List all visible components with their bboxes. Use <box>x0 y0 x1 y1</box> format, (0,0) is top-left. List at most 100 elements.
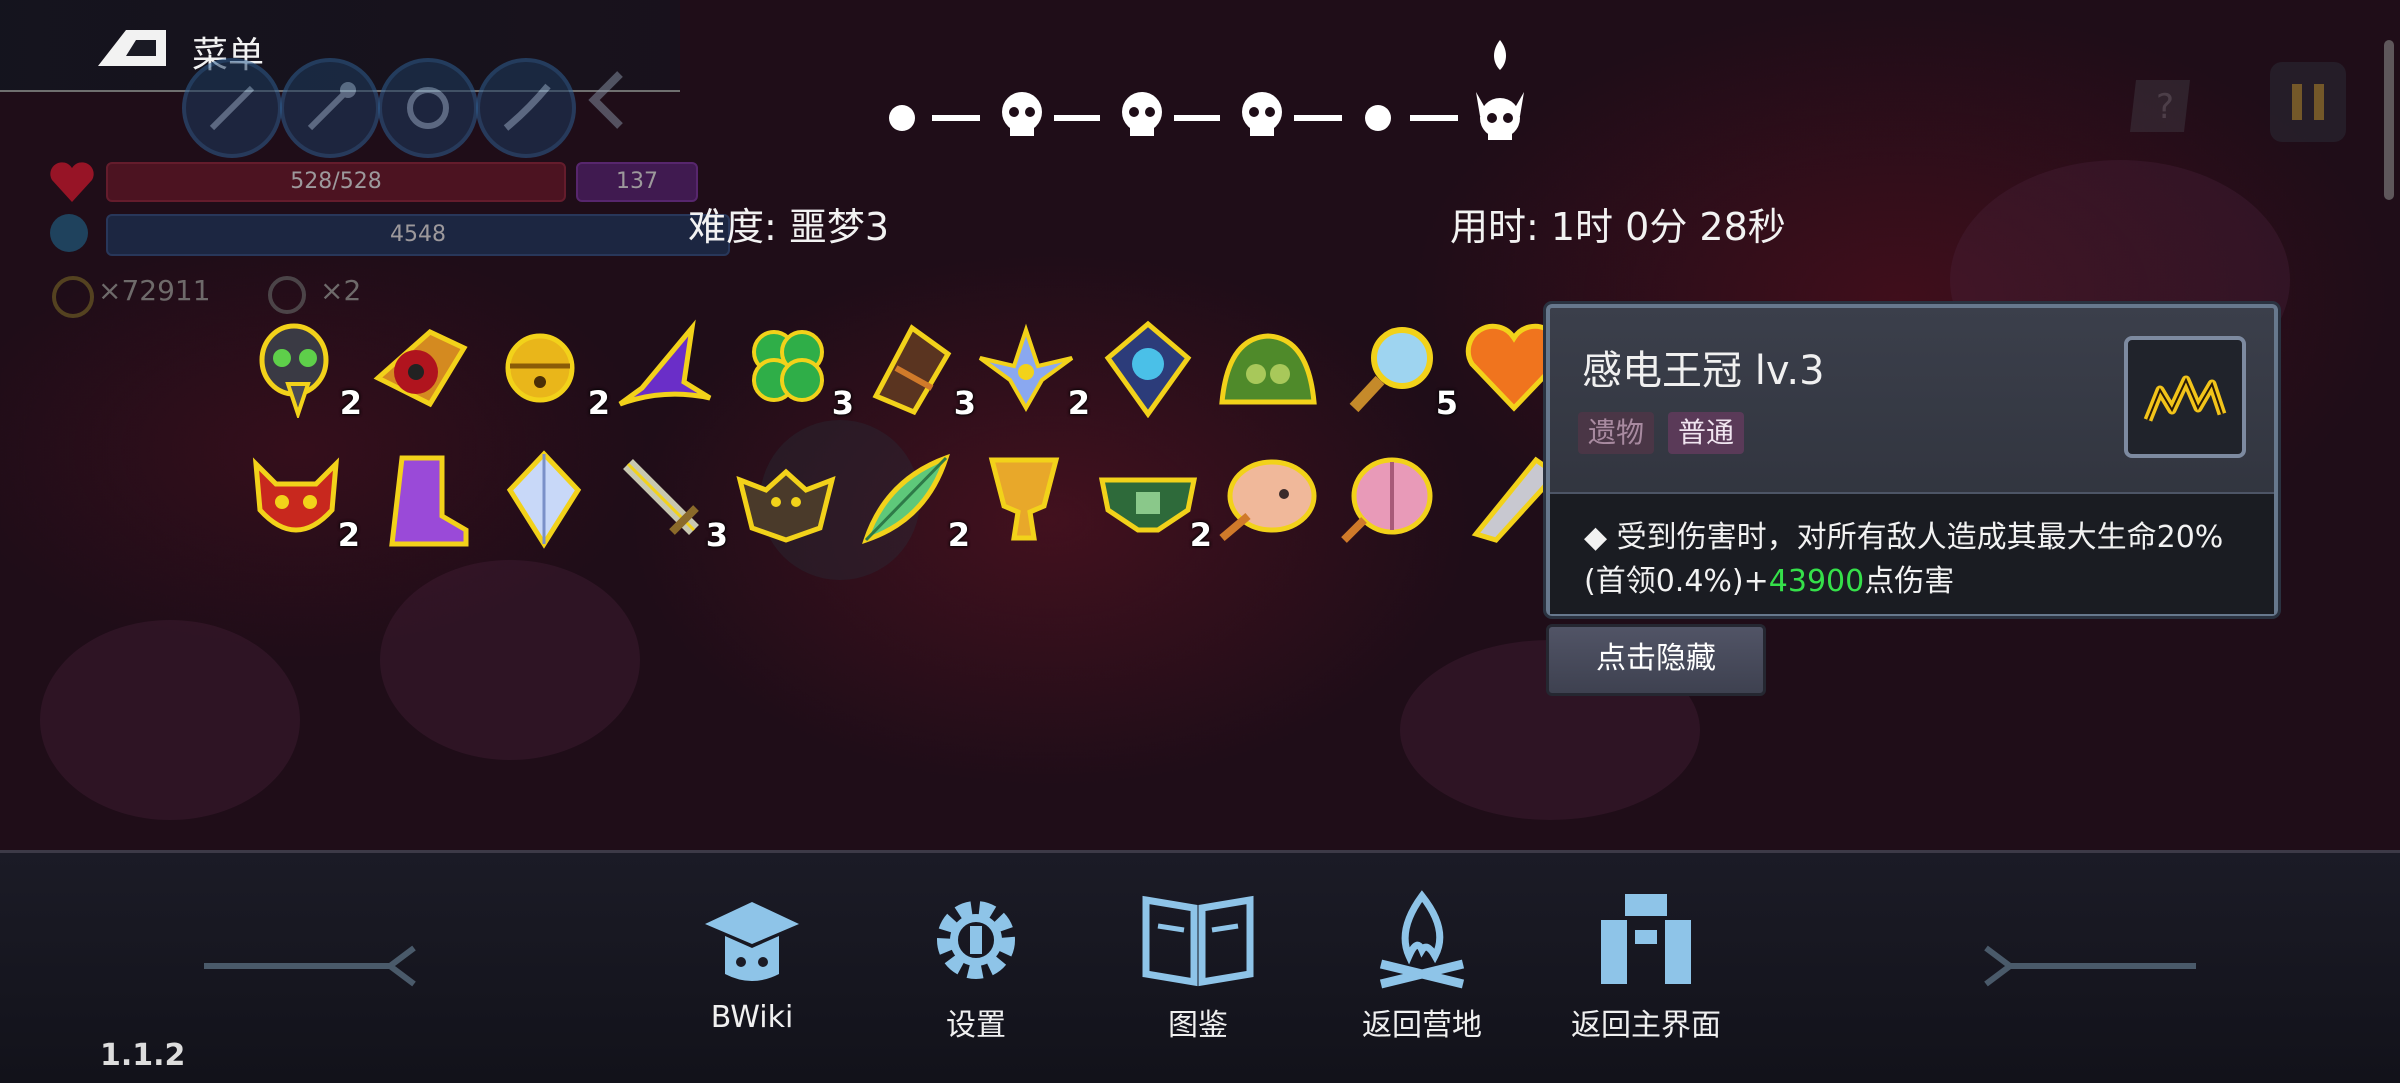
skill-slot[interactable] <box>182 58 282 158</box>
rune-icon <box>407 87 449 129</box>
electric-crown-icon <box>2143 375 2227 422</box>
mana-icon <box>50 214 88 252</box>
diamond-crest-icon <box>506 450 582 549</box>
relic-golden-bell[interactable]: 2 <box>496 318 610 422</box>
red-eye-icon <box>373 329 468 408</box>
elapsed-time-label: 用时: 1时 0分 28秒 <box>1450 205 1786 249</box>
item-count: 2 <box>587 384 610 422</box>
relic-blue-lotus[interactable]: 2 <box>976 318 1090 422</box>
route-node-boss-skull-icon <box>1476 92 1524 140</box>
bat-icon <box>736 468 836 543</box>
item-count: 5 <box>1435 384 1458 422</box>
left-ornament-icon <box>204 945 416 987</box>
relic-brain[interactable] <box>1338 450 1438 550</box>
help-book-icon[interactable]: ? <box>2126 74 2200 138</box>
relic-magnifier[interactable]: 5 <box>1344 318 1458 422</box>
relic-green-helmet[interactable] <box>1218 318 1318 418</box>
relic-plague-mask[interactable]: 2 <box>248 318 362 422</box>
graduation-cap-icon <box>705 902 799 981</box>
bwiki-button[interactable]: BWiki <box>652 890 852 1060</box>
scroll-indicator[interactable] <box>2384 40 2394 200</box>
golden-bell-icon <box>505 333 575 403</box>
relic-feather-leaf[interactable]: 2 <box>856 450 970 554</box>
relic-crystal-orb-emblem[interactable] <box>1098 318 1198 418</box>
wizard-hat-icon <box>618 319 712 407</box>
svg-text:?: ? <box>2156 87 2174 127</box>
relic-tooltip: 感电王冠 lv.3 遗物 普通 ◆ 受到伤害时，对所有敌人造成其最大生命20% … <box>1546 304 2278 616</box>
nav-label: 返回营地 <box>1362 1008 1482 1043</box>
item-count: 2 <box>337 516 360 554</box>
relic-sword[interactable]: 3 <box>614 450 728 554</box>
purple-boot-icon <box>389 455 469 547</box>
skill-slot[interactable] <box>280 58 380 158</box>
codex-button[interactable]: 图鉴 <box>1098 890 1298 1060</box>
relic-bat[interactable] <box>736 450 836 550</box>
magnifier-icon <box>1349 327 1433 413</box>
blade-icon <box>503 83 551 131</box>
nav-label: BWiki <box>710 1000 794 1035</box>
staff-icon <box>209 85 255 131</box>
hide-tooltip-button[interactable]: 点击隐藏 <box>1546 624 1766 696</box>
item-count: 2 <box>947 516 970 554</box>
relic-golden-chalice[interactable] <box>974 450 1074 550</box>
route-node-skull-icon <box>1122 92 1162 136</box>
sword-icon <box>623 459 699 535</box>
silver-blade-icon <box>1471 456 1546 543</box>
gold-count: ×72911 <box>98 274 211 307</box>
gate-icon <box>1601 894 1691 984</box>
description-line: (首领0.4%)+43900点伤害 <box>1584 556 1954 600</box>
tooltip-description: ◆ 受到伤害时，对所有敌人造成其最大生命20% (首领0.4%)+43900点伤… <box>1550 492 2274 614</box>
settings-button[interactable]: 设置 <box>876 890 1076 1060</box>
green-helmet-icon <box>1219 333 1317 405</box>
current-position-marker-icon <box>1494 40 1506 70</box>
damage-value: 43900 <box>1768 564 1865 599</box>
key-icon <box>268 276 306 314</box>
bracer-icon <box>872 324 952 416</box>
route-node-skull-icon <box>1002 92 1042 136</box>
campfire-icon <box>1379 890 1465 989</box>
return-camp-button[interactable]: 返回营地 <box>1322 890 1522 1060</box>
relic-four-leaf-clover[interactable]: 3 <box>740 318 854 422</box>
heart-icon <box>50 162 94 202</box>
demon-mask-icon <box>252 457 340 533</box>
blue-lotus-icon <box>978 323 1074 413</box>
hp-bar: 528/528 <box>106 162 566 202</box>
relic-silver-blade[interactable] <box>1466 450 1546 550</box>
shield-bar: 137 <box>576 162 698 202</box>
right-ornament-icon <box>1984 945 2196 987</box>
item-count: 3 <box>705 516 728 554</box>
nav-label: 图鉴 <box>1168 1008 1228 1043</box>
nav-label: 返回主界面 <box>1571 1008 1721 1043</box>
collapse-arrow-icon[interactable] <box>586 70 626 130</box>
relic-purple-boot[interactable] <box>372 450 472 550</box>
skill-slot[interactable] <box>378 58 478 158</box>
relic-red-eye[interactable] <box>370 318 470 418</box>
back-arrow-icon[interactable] <box>96 26 170 68</box>
relic-wizard-hat[interactable] <box>614 318 714 418</box>
version-label: 1.1.2 <box>100 1038 186 1073</box>
four-leaf-clover-icon <box>752 330 824 402</box>
brain-icon <box>1341 457 1433 543</box>
relic-demon-mask[interactable]: 2 <box>246 450 360 554</box>
feather-leaf-icon <box>862 453 950 544</box>
book-icon <box>1142 895 1254 987</box>
plague-mask-icon <box>259 323 329 418</box>
item-count: 2 <box>339 384 362 422</box>
skill-slot[interactable] <box>476 58 576 158</box>
relic-diamond-crest[interactable] <box>494 450 594 550</box>
relic-pink-creature[interactable] <box>1218 450 1318 550</box>
pause-button[interactable] <box>2270 62 2346 142</box>
difficulty-label: 难度: 噩梦3 <box>688 205 890 249</box>
description-line: ◆ 受到伤害时，对所有敌人造成其最大生命20% <box>1584 520 2224 555</box>
route-node-dot-icon <box>889 105 915 131</box>
tag-relic: 遗物 <box>1578 412 1655 454</box>
description-text: (首领0.4%)+ <box>1584 564 1769 599</box>
description-text: 点伤害 <box>1864 564 1955 599</box>
nav-label: 设置 <box>946 1008 1006 1043</box>
mana-bar: 4548 <box>106 214 730 256</box>
relic-orange-heart[interactable] <box>1464 318 1546 418</box>
scepter-icon <box>307 82 356 131</box>
relic-bracer[interactable]: 3 <box>862 318 976 422</box>
return-main-menu-button[interactable]: 返回主界面 <box>1546 890 1746 1060</box>
relic-green-belt[interactable]: 2 <box>1098 450 1212 554</box>
